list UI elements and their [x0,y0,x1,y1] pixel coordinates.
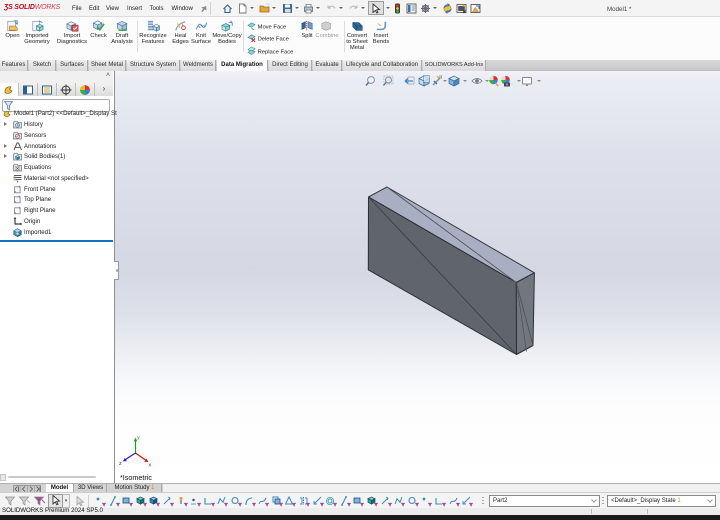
svg-text:y: y [137,435,140,441]
svg-text:x: x [149,463,152,469]
svg-text:z: z [119,461,122,467]
svg-text:*Isometric: *Isometric [120,473,152,482]
